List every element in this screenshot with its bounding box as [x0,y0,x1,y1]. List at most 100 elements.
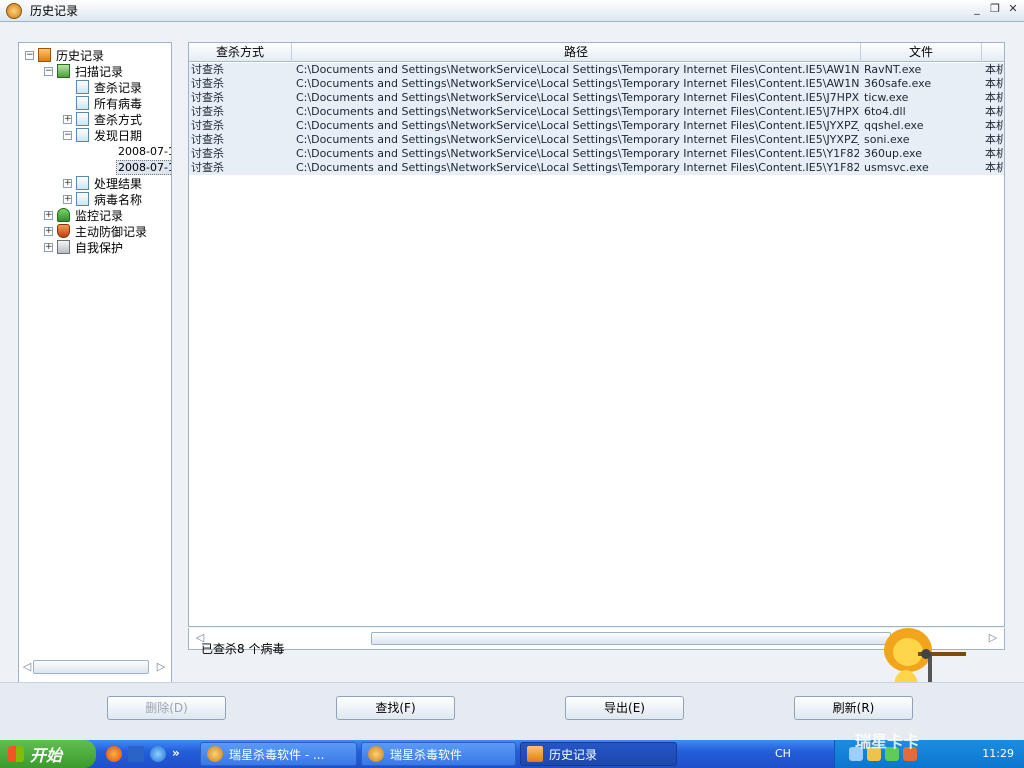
document-icon [76,96,89,110]
lion-logo-icon [6,2,22,19]
tree-horizontal-scrollbar[interactable]: ◁ ▷ [19,653,171,683]
tree-label-process-result: 处理结果 [94,176,143,191]
column-header-extra[interactable] [982,43,1004,62]
tree-item-scan-record[interactable]: − 扫描记录 [44,63,123,79]
tree-item-root[interactable]: − 历史记录 [25,47,104,63]
column-header-path[interactable]: 路径 [292,43,861,62]
table-row[interactable]: 讨查杀 C:\Documents and Settings\NetworkSer… [189,77,1004,91]
tree-item-date-2[interactable]: 2008-07-1 [116,159,171,175]
watermark-text: 瑞星卡卡 [855,732,920,751]
tree-label-monitor-record: 监控记录 [75,208,124,223]
tree-item-kill-method[interactable]: + 查杀方式 [63,111,142,127]
scroll-right-icon[interactable]: ▷ [986,631,1000,645]
column-header-file[interactable]: 文件 [861,43,982,62]
cell-source: 本机 [985,147,1003,160]
refresh-button[interactable]: 刷新(R) [794,696,913,720]
cell-path: C:\Documents and Settings\NetworkService… [296,63,859,76]
taskbar-item-history[interactable]: 历史记录 [520,742,677,766]
lion-logo-icon [368,746,384,762]
find-button[interactable]: 查找(F) [336,696,455,720]
table-row[interactable]: 讨查杀 C:\Documents and Settings\NetworkSer… [189,105,1004,119]
column-header-method[interactable]: 查杀方式 [189,43,292,62]
tree-view: − 历史记录 − 扫描记录 查杀记录 所有病毒 + 查杀方式 − 发现日期 20… [19,43,171,653]
cell-file: qqshel.exe [864,119,924,132]
language-indicator[interactable]: CH [775,747,791,760]
tree-label-self-protection: 自我保护 [75,240,124,255]
minimize-icon[interactable]: _ [970,3,984,17]
cell-source: 本机 [985,119,1003,132]
tree-label-virus-name: 病毒名称 [94,192,143,207]
table-row[interactable]: 讨查杀 C:\Documents and Settings\NetworkSer… [189,63,1004,77]
close-icon[interactable]: ✕ [1006,3,1020,17]
table-row[interactable]: 讨查杀 C:\Documents and Settings\NetworkSer… [189,133,1004,147]
tree-label-date-1: 2008-07-1 [118,144,171,158]
cell-method: 讨查杀 [191,133,224,146]
cell-path: C:\Documents and Settings\NetworkService… [296,77,859,90]
table-row[interactable]: 讨查杀 C:\Documents and Settings\NetworkSer… [189,119,1004,133]
chevron-right-icon[interactable]: » [172,746,180,762]
ie-icon[interactable] [150,746,166,762]
taskbar-item-rising-antivirus[interactable]: 瑞星杀毒软件 [361,742,516,766]
window-controls: _ ❐ ✕ [970,3,1020,17]
taskbar-item-rising-browser[interactable]: 瑞星杀毒软件 - ... [200,742,357,766]
cell-path: C:\Documents and Settings\NetworkService… [296,91,859,104]
scrollbar-thumb[interactable] [371,632,891,645]
cell-method: 讨查杀 [191,147,224,160]
table-header: 查杀方式 路径 文件 [189,43,1004,62]
desktop-icon[interactable] [128,746,144,762]
expand-icon[interactable]: + [63,114,72,124]
expand-icon[interactable]: + [44,226,53,236]
document-icon [76,192,89,206]
collapse-icon[interactable]: − [63,130,72,140]
cell-method: 讨查杀 [191,161,224,174]
scroll-right-icon[interactable]: ▷ [155,660,167,674]
cell-method: 讨查杀 [191,119,224,132]
firefox-icon[interactable] [106,746,122,762]
document-icon [76,80,89,94]
document-icon [76,176,89,190]
expand-icon[interactable]: + [44,242,53,252]
start-button[interactable]: 开始 [0,740,96,768]
document-icon [76,128,89,142]
table-row[interactable]: 讨查杀 C:\Documents and Settings\NetworkSer… [189,147,1004,161]
collapse-icon[interactable]: − [25,50,34,60]
cell-path: C:\Documents and Settings\NetworkService… [296,119,859,132]
table-row[interactable]: 讨查杀 C:\Documents and Settings\NetworkSer… [189,91,1004,105]
collapse-icon[interactable]: − [44,66,53,76]
export-button[interactable]: 导出(E) [565,696,684,720]
table-row[interactable]: 讨查杀 C:\Documents and Settings\NetworkSer… [189,161,1004,175]
tree-item-active-defense[interactable]: + 主动防御记录 [44,223,147,239]
tree-item-self-protection[interactable]: + 自我保护 [44,239,123,255]
cell-source: 本机 [985,77,1003,90]
scan-icon [57,64,70,78]
cell-path: C:\Documents and Settings\NetworkService… [296,133,859,146]
tree-label-kill-record: 查杀记录 [94,80,143,95]
document-icon [76,112,89,126]
tree-label-all-viruses: 所有病毒 [94,96,143,111]
expand-icon[interactable]: + [63,178,72,188]
tree-item-process-result[interactable]: + 处理结果 [63,175,142,191]
tree-item-virus-name[interactable]: + 病毒名称 [63,191,142,207]
restore-icon[interactable]: ❐ [988,3,1002,17]
tree-item-monitor-record[interactable]: + 监控记录 [44,207,123,223]
tree-label-scan-record: 扫描记录 [75,64,124,79]
cell-method: 讨查杀 [191,105,224,118]
expand-icon[interactable]: + [63,194,72,204]
tree-item-kill-record[interactable]: 查杀记录 [76,79,142,95]
tree-label-discovery-date: 发现日期 [94,128,143,143]
cell-source: 本机 [985,133,1003,146]
firefox-icon [207,746,223,762]
tree-item-date-1[interactable]: 2008-07-1 [118,143,171,159]
delete-button[interactable]: 删除(D) [107,696,226,720]
tree-label-date-2: 2008-07-1 [116,159,171,175]
scroll-left-icon[interactable]: ◁ [21,660,33,674]
cell-file: RavNT.exe [864,63,922,76]
expand-icon[interactable]: + [44,210,53,220]
clock[interactable]: 11:29 [982,747,1014,760]
scrollbar-thumb[interactable] [33,660,149,674]
tree-label-active-defense: 主动防御记录 [75,224,148,239]
start-label: 开始 [30,746,63,765]
task-label: 瑞星杀毒软件 [390,747,463,762]
tree-item-discovery-date[interactable]: − 发现日期 [63,127,142,143]
tree-item-all-viruses[interactable]: 所有病毒 [76,95,142,111]
